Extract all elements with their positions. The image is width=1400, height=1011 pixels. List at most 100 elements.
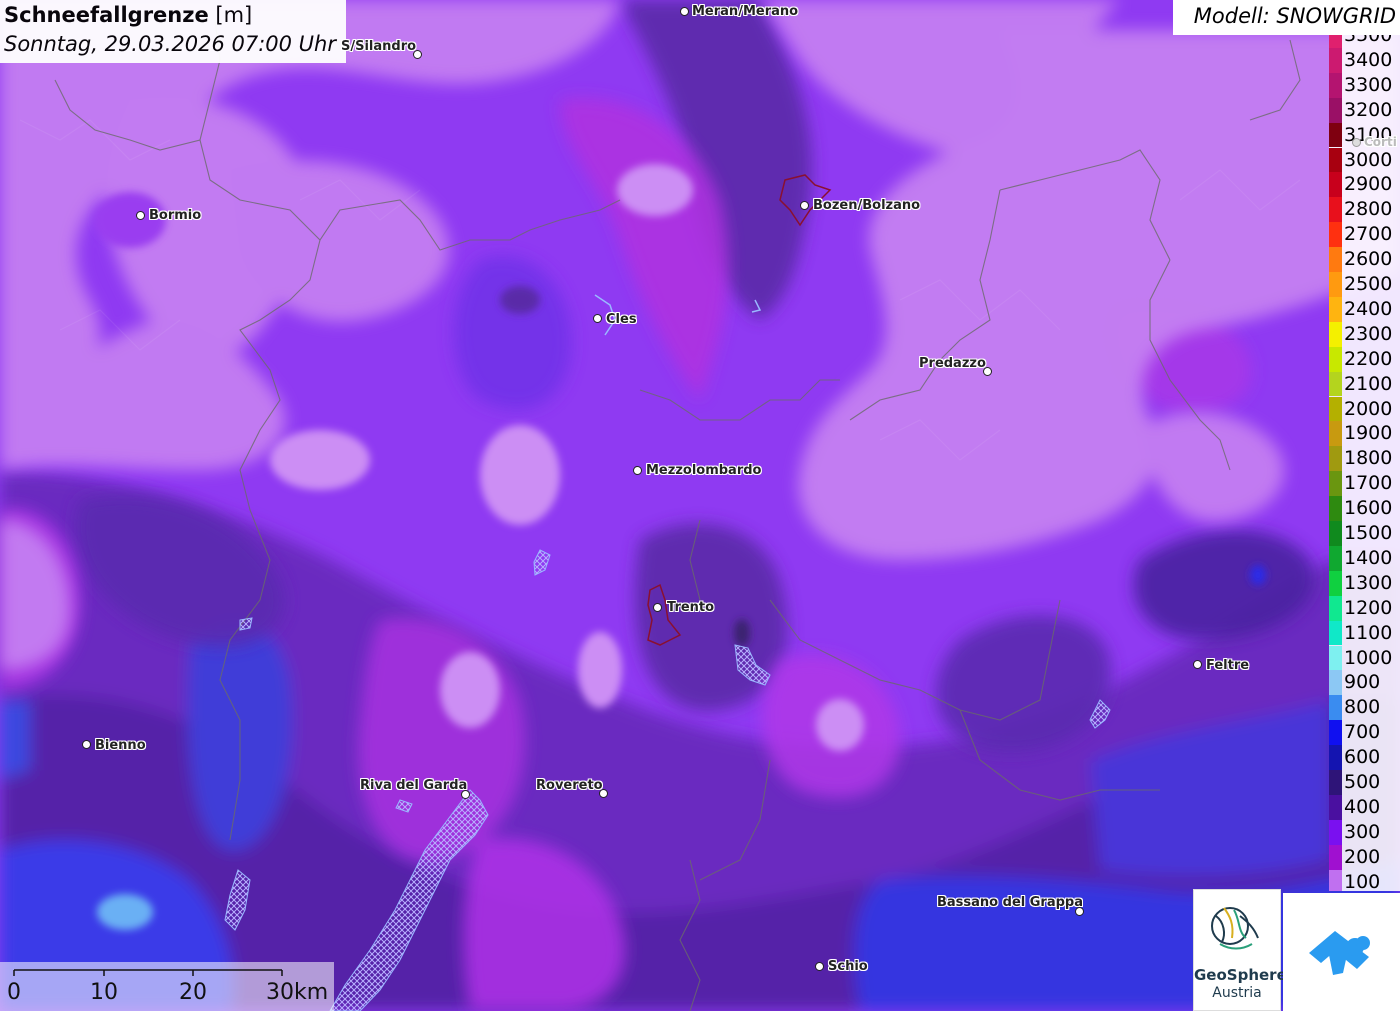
legend-label: 2500 bbox=[1344, 273, 1393, 295]
legend-label: 1800 bbox=[1344, 447, 1393, 470]
legend-item: 3500 bbox=[1329, 35, 1400, 48]
model-panel: Modell: SNOWGRID bbox=[1173, 0, 1400, 35]
legend-swatch bbox=[1329, 147, 1342, 173]
legend-label: 1300 bbox=[1344, 571, 1393, 594]
city-dot[interactable] bbox=[1352, 138, 1361, 147]
map-datetime: Sonntag, 29.03.2026 07:00 Uhr bbox=[4, 32, 337, 56]
geosphere-logo[interactable]: GeoSphere Austria bbox=[1193, 889, 1287, 1011]
legend-swatch bbox=[1329, 72, 1342, 98]
legend-label: 2100 bbox=[1344, 372, 1393, 395]
city-label: S/Silandro bbox=[341, 39, 417, 54]
legend-item: 1100 bbox=[1329, 620, 1400, 646]
legend-label: 1100 bbox=[1344, 621, 1393, 644]
legend-item: 2100 bbox=[1329, 371, 1400, 397]
legend-item: 3400 bbox=[1329, 47, 1400, 73]
legend-swatch bbox=[1329, 122, 1342, 148]
snowline-map[interactable] bbox=[0, 0, 1400, 1011]
legend-swatch bbox=[1329, 869, 1342, 891]
city-dot[interactable] bbox=[680, 7, 689, 16]
city-dot[interactable] bbox=[815, 962, 824, 971]
legend-item: 2900 bbox=[1329, 172, 1400, 198]
legend-item: 3000 bbox=[1329, 147, 1400, 173]
city-dot[interactable] bbox=[136, 211, 145, 220]
legend-label: 100 bbox=[1344, 870, 1381, 891]
legend-item: 1300 bbox=[1329, 570, 1400, 596]
legend-item: 2200 bbox=[1329, 346, 1400, 372]
legend-label: 900 bbox=[1344, 671, 1381, 694]
legend-swatch bbox=[1329, 35, 1342, 48]
legend-item: 1000 bbox=[1329, 645, 1400, 671]
city-dot[interactable] bbox=[593, 314, 602, 323]
city-dot[interactable] bbox=[1193, 660, 1202, 669]
legend-swatch bbox=[1329, 446, 1342, 472]
legend-swatch bbox=[1329, 521, 1342, 546]
legend-swatch bbox=[1329, 770, 1342, 795]
legend-item: 1500 bbox=[1329, 521, 1400, 546]
legend-label: 1000 bbox=[1344, 646, 1393, 669]
legend-swatch bbox=[1329, 645, 1342, 671]
legend-swatch bbox=[1329, 545, 1342, 571]
legend-item: 900 bbox=[1329, 670, 1400, 696]
legend-label: 800 bbox=[1344, 696, 1381, 719]
legend-item: 2000 bbox=[1329, 396, 1400, 422]
city-label: Predazzo bbox=[919, 356, 986, 371]
legend-swatch bbox=[1329, 371, 1342, 397]
legend-item: 300 bbox=[1329, 819, 1400, 845]
legend-swatch bbox=[1329, 197, 1342, 223]
legend-item: 1900 bbox=[1329, 421, 1400, 447]
legend-item: 1400 bbox=[1329, 545, 1400, 571]
legend-label: 2700 bbox=[1344, 223, 1393, 246]
legend-swatch bbox=[1329, 247, 1342, 272]
color-legend: 3500 3400 3300 3200 3100 3000 2900 2800 2700 2600… bbox=[1329, 35, 1400, 891]
legend-label: 2400 bbox=[1344, 297, 1393, 320]
city-dot[interactable] bbox=[800, 201, 809, 210]
scale-label: 0 bbox=[7, 980, 21, 1005]
legend-label: 300 bbox=[1344, 820, 1381, 843]
city-label: Bormio bbox=[149, 208, 202, 223]
legend-swatch bbox=[1329, 172, 1342, 198]
scale-label: 30km bbox=[266, 980, 329, 1005]
legend-label: 2900 bbox=[1344, 173, 1393, 196]
legend-item: 700 bbox=[1329, 720, 1400, 746]
legend-swatch bbox=[1329, 272, 1342, 297]
legend-swatch bbox=[1329, 570, 1342, 596]
city-label: Mezzolombardo bbox=[646, 463, 762, 478]
legend-label: 500 bbox=[1344, 771, 1381, 793]
legend-label: 2600 bbox=[1344, 248, 1393, 271]
legend-swatch bbox=[1329, 471, 1342, 497]
city-dot[interactable] bbox=[82, 740, 91, 749]
legend-item: 2500 bbox=[1329, 272, 1400, 297]
app-logo[interactable] bbox=[1283, 893, 1400, 1011]
legend-label: 1400 bbox=[1344, 546, 1393, 569]
legend-swatch bbox=[1329, 720, 1342, 746]
legend-item: 800 bbox=[1329, 695, 1400, 721]
city-label: Bienno bbox=[95, 738, 146, 753]
legend-label: 3300 bbox=[1344, 73, 1393, 96]
legend-swatch bbox=[1329, 670, 1342, 696]
legend-label: 1900 bbox=[1344, 422, 1393, 445]
legend-label: 1600 bbox=[1344, 497, 1393, 520]
geosphere-emblem-icon bbox=[1211, 907, 1259, 950]
legend-label: 1200 bbox=[1344, 596, 1393, 619]
legend-label: 200 bbox=[1344, 845, 1381, 868]
legend-item: 1800 bbox=[1329, 446, 1400, 472]
city-label: Trento bbox=[667, 600, 715, 615]
legend-label: 1500 bbox=[1344, 522, 1393, 544]
legend-swatch bbox=[1329, 595, 1342, 621]
legend-swatch bbox=[1329, 695, 1342, 721]
city-dot[interactable] bbox=[653, 603, 662, 612]
map-title-panel: Schneefallgrenze [m] Sonntag, 29.03.2026… bbox=[0, 0, 346, 63]
legend-label: 3400 bbox=[1344, 48, 1393, 71]
model-label: Modell: SNOWGRID bbox=[1193, 4, 1396, 28]
city-label: Cles bbox=[606, 312, 637, 327]
legend-swatch bbox=[1329, 321, 1342, 347]
legend-swatch bbox=[1329, 496, 1342, 521]
legend-swatch bbox=[1329, 620, 1342, 646]
city-label: Bassano del Grappa bbox=[937, 895, 1083, 910]
legend-label: 600 bbox=[1344, 746, 1381, 769]
legend-label: 3500 bbox=[1344, 35, 1393, 46]
city-dot[interactable] bbox=[633, 466, 642, 475]
legend-item: 2800 bbox=[1329, 197, 1400, 223]
legend-item: 1700 bbox=[1329, 471, 1400, 497]
map-title: Schneefallgrenze [m] bbox=[4, 3, 253, 27]
